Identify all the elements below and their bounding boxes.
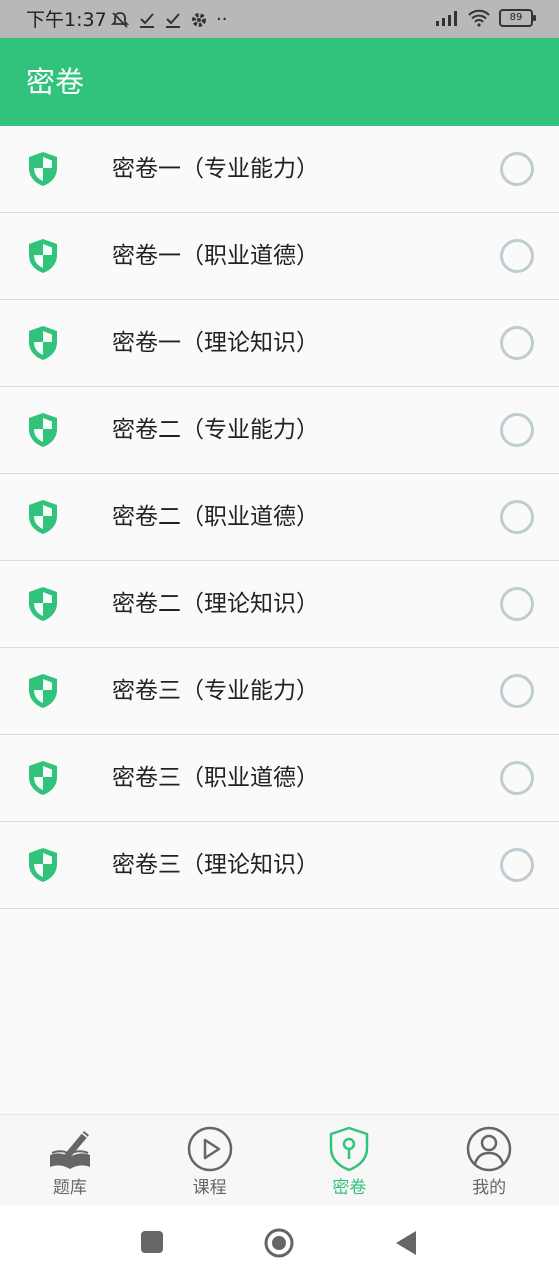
list-item[interactable]: 密卷一（职业道德） [0, 213, 559, 300]
list-item[interactable]: 密卷一（专业能力） [0, 126, 559, 213]
list-item-label: 密卷三（理论知识） [112, 852, 319, 878]
mute-bell-icon [110, 11, 130, 28]
shield-icon [29, 326, 57, 360]
list-item[interactable]: 密卷三（职业道德） [0, 735, 559, 822]
list-item[interactable]: 密卷二（专业能力） [0, 387, 559, 474]
shield-icon [29, 500, 57, 534]
tab-label: 课程 [192, 1178, 227, 1198]
shield-icon [29, 761, 57, 795]
list-item-label: 密卷一（专业能力） [112, 156, 319, 182]
check-download-icon [166, 12, 180, 28]
home-button[interactable] [264, 1228, 294, 1258]
status-notification-icons: ·· [110, 9, 227, 30]
signal-icon [436, 11, 457, 26]
tab-profile[interactable]: 我的 [419, 1115, 559, 1207]
recents-button[interactable] [140, 1230, 164, 1254]
shield-icon [29, 152, 57, 186]
status-time: 下午1:37 [26, 9, 107, 31]
list-item-label: 密卷一（理论知识） [112, 330, 319, 356]
wifi-icon [468, 9, 490, 27]
tab-question-bank[interactable]: 题库 [0, 1115, 140, 1207]
list-item[interactable]: 密卷二（理论知识） [0, 561, 559, 648]
shield-icon [29, 413, 57, 447]
list-item[interactable]: 密卷二（职业道德） [0, 474, 559, 561]
shield-icon [29, 848, 57, 882]
tab-label: 我的 [472, 1178, 507, 1198]
shield-icon [29, 587, 57, 621]
radio-button[interactable] [500, 413, 534, 447]
radio-button[interactable] [500, 326, 534, 360]
tab-label: 题库 [52, 1178, 87, 1198]
radio-button[interactable] [500, 761, 534, 795]
list-item-label: 密卷三（职业道德） [112, 765, 319, 791]
back-button[interactable] [394, 1230, 418, 1256]
gear-icon [192, 12, 206, 27]
radio-button[interactable] [500, 152, 534, 186]
shield-key-icon [330, 1126, 369, 1172]
tab-label: 密卷 [332, 1178, 367, 1198]
list-item[interactable]: 密卷三（专业能力） [0, 648, 559, 735]
radio-button[interactable] [500, 239, 534, 273]
list-item[interactable]: 密卷三（理论知识） [0, 822, 559, 909]
play-circle-icon [187, 1126, 232, 1172]
page-title: 密卷 [26, 65, 85, 99]
list-item-label: 密卷二（专业能力） [112, 417, 319, 443]
more-notifications-indicator: ·· [216, 9, 228, 30]
user-circle-icon [466, 1126, 512, 1172]
radio-button[interactable] [500, 587, 534, 621]
check-download-icon [140, 12, 154, 28]
battery-level: 89 [509, 12, 523, 23]
shield-icon [29, 674, 57, 708]
radio-button[interactable] [500, 500, 534, 534]
list-item-label: 密卷一（职业道德） [112, 243, 319, 269]
tab-courses[interactable]: 课程 [140, 1115, 280, 1207]
list-item-label: 密卷二（职业道德） [112, 504, 319, 530]
status-system-icons: 89 [435, 9, 536, 27]
list-item-label: 密卷二（理论知识） [112, 591, 319, 617]
list-item[interactable]: 密卷一（理论知识） [0, 300, 559, 387]
battery-icon: 89 [499, 9, 536, 27]
system-nav-bar [0, 1206, 559, 1280]
paper-list: 密卷一（专业能力） 密卷一（职业道德） 密卷一（理论知识） 密卷二（专业能力） [0, 126, 559, 909]
app-bar: 密卷 [0, 38, 559, 126]
radio-button[interactable] [500, 674, 534, 708]
shield-icon [29, 239, 57, 273]
list-item-label: 密卷三（专业能力） [112, 678, 319, 704]
book-pencil-icon [49, 1131, 90, 1169]
bottom-nav: 题库 课程 密卷 我的 [0, 1114, 559, 1207]
radio-button[interactable] [500, 848, 534, 882]
status-bar: 下午1:37 ·· 89 [0, 0, 559, 38]
tab-secret-papers[interactable]: 密卷 [280, 1115, 420, 1207]
